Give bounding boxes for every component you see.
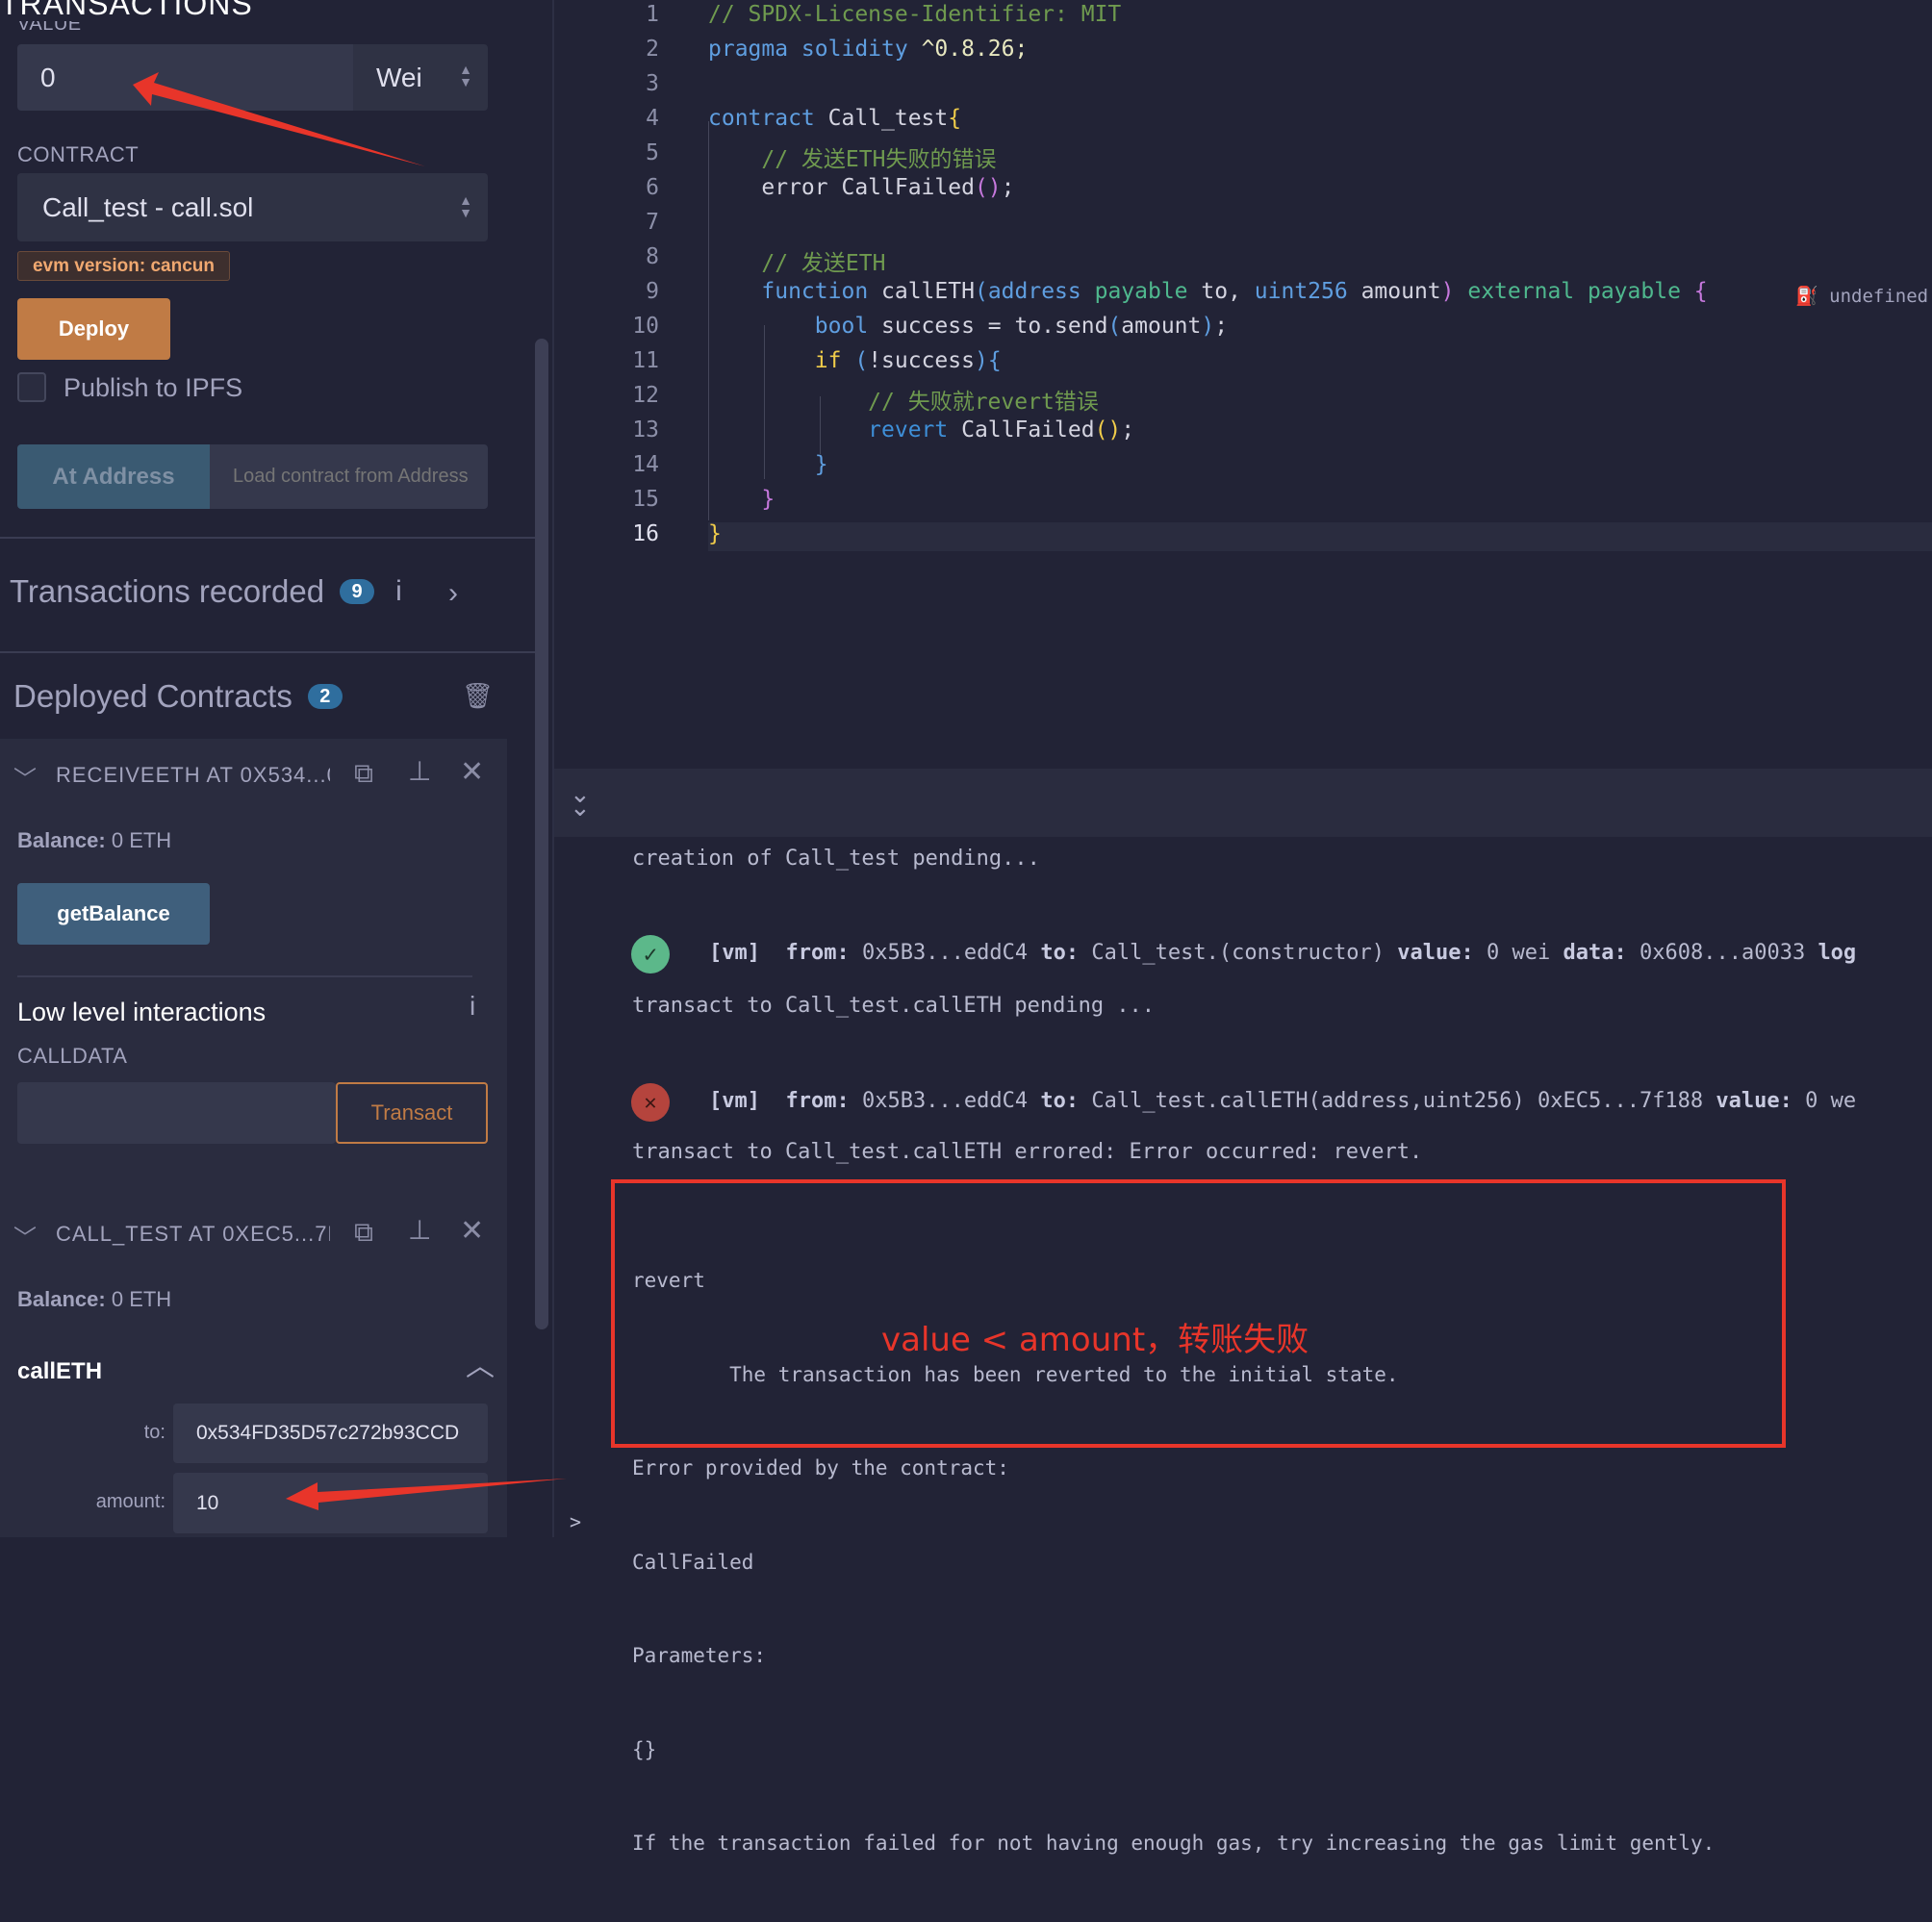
error-line: CallFailed <box>632 1550 754 1574</box>
arrow-to-amount-input <box>286 1479 567 1510</box>
error-line: Parameters: <box>632 1644 767 1667</box>
arrow-to-value-input <box>133 72 425 166</box>
error-line: If the transaction failed for not having… <box>632 1832 1716 1855</box>
annotation-arrows <box>133 72 567 1510</box>
error-line: {} <box>632 1737 657 1761</box>
